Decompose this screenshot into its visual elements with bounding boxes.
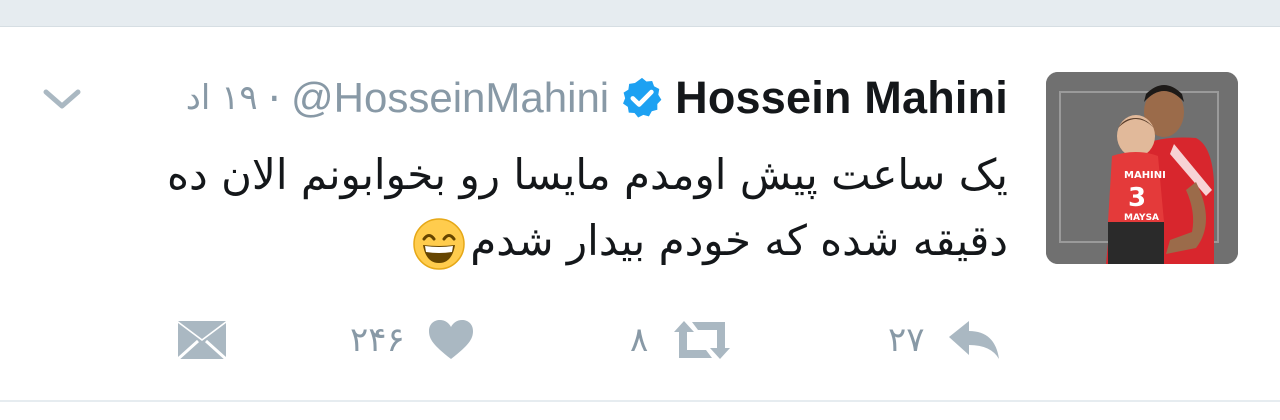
display-name[interactable]: Hossein Mahini	[675, 72, 1008, 124]
reply-button[interactable]: ۲۷	[888, 310, 1001, 370]
tweet-text: یک ساعت پیش اومدم مایسا رو بخوابونم الان…	[68, 142, 1008, 274]
avatar-jersey-name: MAHINI	[1124, 170, 1166, 181]
avatar-child-jersey-name: MAYSA	[1124, 213, 1159, 223]
reply-icon	[948, 321, 999, 359]
bottom-divider	[0, 400, 1280, 402]
grinning-face-emoji-icon	[413, 217, 466, 270]
user-handle[interactable]: @HosseinMahini	[291, 74, 609, 122]
retweet-icon	[674, 321, 731, 359]
tweet-actions: ۲۴۶ ۸ ۲۷	[0, 310, 1280, 370]
envelope-icon	[176, 321, 228, 361]
direct-message-button[interactable]	[176, 310, 228, 370]
verified-badge-icon	[623, 77, 662, 118]
like-button[interactable]: ۲۴۶	[350, 310, 475, 370]
top-divider-band	[0, 0, 1280, 27]
tweet-header: Hossein Mahini @HosseinMahini · ۱۹ اد	[186, 66, 1008, 130]
heart-icon	[428, 320, 473, 359]
chevron-down-icon[interactable]	[40, 84, 84, 114]
retweet-count: ۸	[630, 320, 649, 360]
separator-dot: ·	[267, 73, 282, 123]
tweet-timestamp[interactable]: ۱۹ اد	[186, 78, 258, 118]
avatar[interactable]: MAHINI 3 MAYSA	[1046, 72, 1238, 264]
tweet-body: یک ساعت پیش اومدم مایسا رو بخوابونم الان…	[167, 150, 1008, 265]
retweet-button[interactable]: ۸	[630, 310, 734, 370]
avatar-jersey-number: 3	[1128, 183, 1146, 213]
like-count: ۲۴۶	[350, 320, 405, 360]
reply-count: ۲۷	[888, 320, 925, 360]
